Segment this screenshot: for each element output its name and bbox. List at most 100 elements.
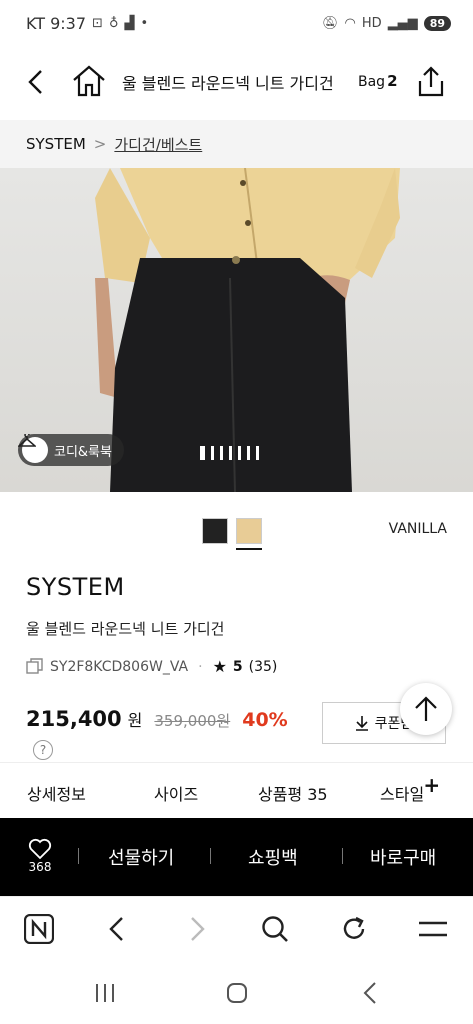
home-circle-icon <box>227 983 247 1003</box>
browser-forward-button[interactable] <box>179 911 215 947</box>
original-price: 359,000원 <box>154 712 231 730</box>
star-icon: ★ <box>212 657 227 676</box>
divider <box>210 848 211 864</box>
coordi-lookbook-button[interactable]: 코디&룩북 <box>18 434 124 466</box>
color-swatch-black[interactable] <box>202 518 228 550</box>
pager-dot <box>200 446 205 460</box>
product-code-row: SY2F8KCD806W_VA · ★ 5 (35) <box>26 657 277 676</box>
back-nav-button[interactable] <box>355 978 385 1008</box>
divider <box>78 848 79 864</box>
bag-count: 2 <box>387 72 398 90</box>
browser-toolbar <box>0 896 473 960</box>
product-code: SY2F8KCD806W_VA <box>50 658 189 675</box>
back-button[interactable] <box>18 64 54 100</box>
screenshot-icon: ⊡ <box>92 15 103 31</box>
status-left: KT 9:37 ⊡ ♁ ▟ • <box>26 14 148 33</box>
copy-icon[interactable] <box>26 657 44 676</box>
color-chip <box>202 518 228 544</box>
color-swatches <box>202 518 262 550</box>
product-brand[interactable]: SYSTEM <box>26 573 125 601</box>
bag-label: Bag <box>358 74 386 90</box>
color-chip <box>236 518 262 544</box>
pager-dot <box>238 446 241 460</box>
purchase-bar: 368 선물하기 쇼핑백 바로구매 <box>0 818 473 896</box>
signal-small-icon: ▟ <box>124 15 135 31</box>
tab-size[interactable]: 사이즈 <box>154 781 198 805</box>
browser-back-button[interactable] <box>99 911 135 947</box>
refresh-icon <box>343 916 365 939</box>
signal-icon: ▂▄▆ <box>387 15 418 31</box>
chevron-left-icon <box>28 70 42 94</box>
search-icon <box>262 916 288 942</box>
carrier-time: KT 9:37 <box>26 13 87 33</box>
heart-icon <box>28 838 52 860</box>
coordi-lookbook-label: 코디&룩북 <box>54 444 112 460</box>
product-image[interactable]: 코디&룩북 <box>0 168 473 492</box>
search-button[interactable] <box>257 911 293 947</box>
pager-dot <box>247 446 250 460</box>
selected-color-name: VANILLA <box>388 521 447 537</box>
hd-icon: HD <box>361 15 382 31</box>
page-title: 울 블렌드 라운드넥 니트 가디건 <box>122 74 334 93</box>
download-icon <box>355 716 368 731</box>
pager-dot <box>229 446 232 460</box>
discount-rate: 40% <box>242 709 288 731</box>
tab-review[interactable]: 상품평 35 <box>258 781 328 805</box>
price-help-icon[interactable]: ? <box>33 740 53 760</box>
share-button[interactable] <box>412 62 450 100</box>
bag-button[interactable]: Bag 2 <box>358 72 398 90</box>
chevron-right-icon <box>191 917 205 941</box>
breadcrumb-brand[interactable]: SYSTEM <box>26 135 86 153</box>
image-pager <box>200 446 259 460</box>
pager-dot <box>211 446 214 460</box>
recent-apps-icon <box>96 984 114 1002</box>
gift-button[interactable]: 선물하기 <box>108 844 174 870</box>
menu-icon <box>419 921 447 937</box>
wifi-icon: ◠ <box>344 15 356 31</box>
plus-icon: + <box>423 773 441 797</box>
back-nav-icon <box>363 982 376 1004</box>
battery-icon: 89 <box>423 15 451 31</box>
shopping-bag-button[interactable]: 쇼핑백 <box>248 844 298 870</box>
sale-price: 215,400 <box>26 707 122 731</box>
status-right: 🔕︎ ◠ HD ▂▄▆ 89 <box>322 15 451 31</box>
breadcrumb-separator: > <box>93 135 107 153</box>
naver-n-icon <box>24 914 54 944</box>
home-nav-button[interactable] <box>222 978 252 1008</box>
mute-icon: 🔕︎ <box>322 15 339 31</box>
scroll-top-button[interactable] <box>400 683 452 735</box>
app-header: 울 블렌드 라운드넥 니트 가디건 Bag 2 <box>0 46 473 118</box>
product-name: 울 블렌드 라운드넥 니트 가디건 <box>26 620 225 638</box>
separator-dot: · <box>198 658 203 675</box>
refresh-button[interactable] <box>336 911 372 947</box>
price-row: 215,400 원 359,000원 40% <box>26 707 288 731</box>
recent-apps-button[interactable] <box>90 978 120 1008</box>
breadcrumb-category[interactable]: 가디건/베스트 <box>114 134 202 155</box>
buy-now-button[interactable]: 바로구매 <box>370 844 436 870</box>
hanger-icon <box>18 434 48 463</box>
color-swatch-vanilla[interactable] <box>236 518 262 550</box>
pager-dot <box>220 446 223 460</box>
wishlist-button[interactable]: 368 <box>22 838 58 874</box>
status-bar: KT 9:37 ⊡ ♁ ▟ • 🔕︎ ◠ HD ▂▄▆ 89 <box>0 0 473 46</box>
detail-tabs: 상세정보 사이즈 상품평 35 스타일 + <box>0 762 473 818</box>
tab-style-label: 스타일 <box>380 785 425 804</box>
currency-label: 원 <box>127 711 143 730</box>
chevron-left-icon <box>109 917 123 941</box>
wishlist-count: 368 <box>28 860 52 874</box>
menu-button[interactable] <box>415 911 451 947</box>
arrow-up-icon <box>415 696 437 721</box>
system-navigation <box>0 960 473 1024</box>
more-dot-icon: • <box>140 15 149 31</box>
pager-dot <box>256 446 259 460</box>
tab-detail[interactable]: 상세정보 <box>27 781 86 805</box>
rating-value: 5 <box>232 658 243 675</box>
breadcrumb: SYSTEM > 가디건/베스트 <box>0 120 473 168</box>
naver-home-button[interactable] <box>21 911 57 947</box>
notification-icon: ♁ <box>108 15 119 31</box>
home-button[interactable] <box>70 62 108 100</box>
share-icon <box>418 66 444 97</box>
tab-style[interactable]: 스타일 + <box>380 773 440 805</box>
home-icon <box>73 65 105 97</box>
review-count[interactable]: (35) <box>249 659 278 675</box>
